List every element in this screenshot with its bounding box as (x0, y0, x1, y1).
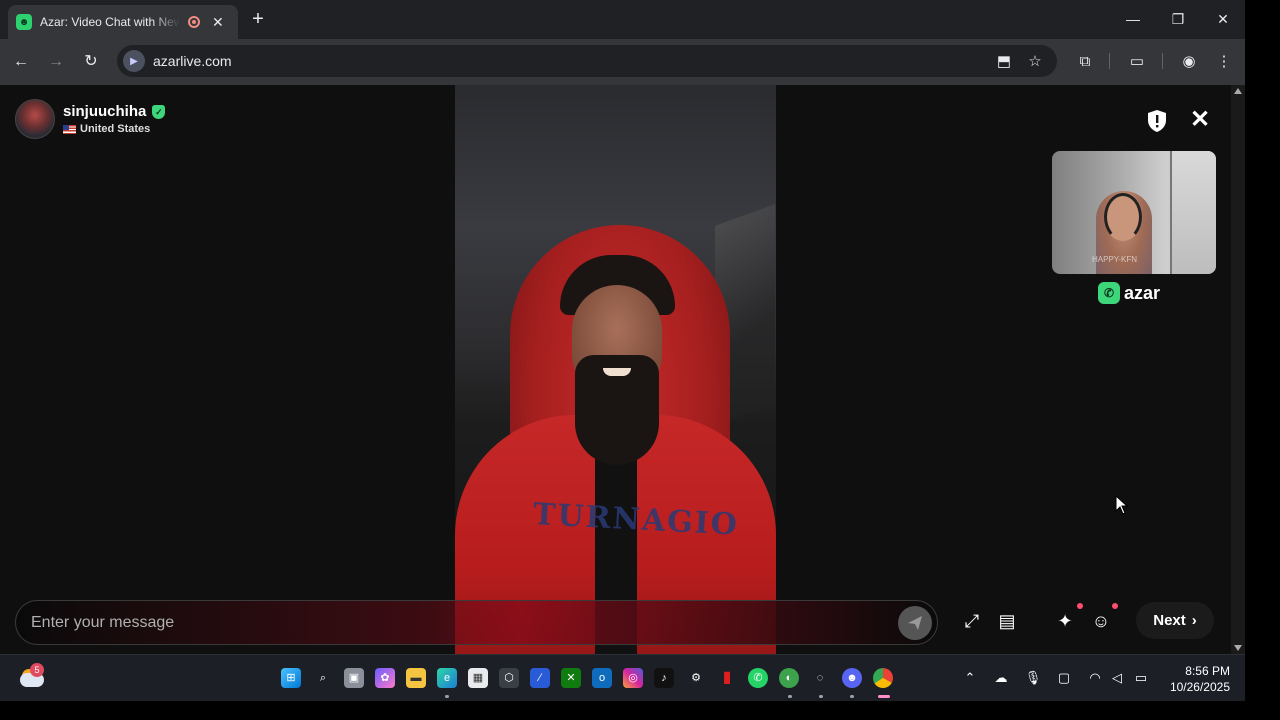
tiktok-icon[interactable]: ♪ (654, 668, 674, 688)
next-button[interactable]: Next › (1136, 602, 1214, 639)
chatgpt-icon[interactable]: ⚙ (686, 668, 706, 688)
app-green-icon[interactable]: ◐ (779, 668, 799, 688)
screen: ☻ Azar: Video Chat with New ✕ + — ❐ ✕ ← … (0, 0, 1280, 720)
copilot-icon[interactable]: ✿ (375, 668, 395, 688)
clock-date: 10/26/2025 (1169, 680, 1230, 694)
tab-title: Azar: Video Chat with New (40, 15, 180, 29)
partner-profile[interactable]: sinjuuchiha ✓ United States (15, 99, 166, 139)
browser-tab-bar: ☻ Azar: Video Chat with New ✕ + — ❐ ✕ (0, 0, 1245, 39)
whatsapp-icon[interactable]: ✆ (748, 668, 768, 688)
extensions-icon[interactable]: ⧉ (1074, 51, 1096, 73)
us-flag-icon (63, 124, 76, 134)
onedrive-icon[interactable]: ☁ (992, 669, 1010, 687)
menu-kebab-icon[interactable]: ⋮ (1213, 51, 1235, 73)
azar-logo-icon: ✆ (1098, 282, 1120, 304)
toolbar-divider (1109, 53, 1110, 69)
profile-icon[interactable]: ◉ (1178, 51, 1200, 73)
azar-video-chat-page: sinjuuchiha ✓ United States TURNAGIO ✕ H… (0, 85, 1245, 654)
app-icon[interactable]: ∕ (530, 668, 550, 688)
next-label: Next (1153, 612, 1186, 629)
running-indicator (788, 695, 792, 698)
browser-toolbar: ← → ↻ ▶ azarlive.com ⬒ ☆ ⧉ ▭ ◉ ⋮ (0, 39, 1245, 85)
azar-logo: ✆ azar (1098, 282, 1160, 304)
browser-tab-azar[interactable]: ☻ Azar: Video Chat with New ✕ (8, 5, 238, 39)
notification-dot (1077, 603, 1083, 609)
avatar[interactable] (15, 99, 55, 139)
send-button[interactable] (898, 606, 932, 640)
running-indicator (445, 695, 449, 698)
running-indicator (850, 695, 854, 698)
send-plane-icon (908, 616, 922, 630)
wifi-icon[interactable]: ◠ (1086, 669, 1104, 687)
reload-icon[interactable]: ↻ (80, 51, 102, 73)
windows-taskbar: 5 ⊞ ⌕ ▣ ✿ ▬ e ▦ ⬡ ∕ ✕ o ◎ ♪ ⚙ ▮ ✆ ◐ ◌ ☻ … (0, 654, 1245, 701)
instagram-icon[interactable]: ◎ (623, 668, 643, 688)
search-icon[interactable]: ⌕ (313, 668, 333, 688)
partner-country: United States (80, 123, 151, 135)
outlook-icon[interactable]: o (592, 668, 612, 688)
app-icon[interactable]: ◌ (810, 668, 830, 688)
azar-favicon-icon: ☻ (16, 14, 32, 30)
address-bar[interactable]: ▶ azarlive.com (117, 45, 1057, 77)
remote-video-feed: TURNAGIO (455, 85, 776, 654)
battery-icon[interactable]: ▭ (1132, 669, 1150, 687)
chrome-icon[interactable] (873, 668, 893, 688)
minimize-button[interactable]: — (1118, 6, 1148, 32)
back-icon[interactable]: ← (10, 51, 32, 73)
notification-dot (1112, 603, 1118, 609)
scroll-down-icon[interactable] (1234, 645, 1242, 651)
self-head-with-headset (1104, 193, 1142, 241)
url-text: azarlive.com (153, 53, 232, 69)
forward-icon[interactable]: → (45, 51, 67, 73)
running-indicator (819, 695, 823, 698)
self-video-preview: HAPPY-KFN (1052, 151, 1216, 274)
windows-start-icon[interactable]: ⊞ (281, 668, 301, 688)
chevron-right-icon: › (1191, 612, 1197, 629)
edge-icon[interactable]: e (437, 668, 457, 688)
xbox-icon[interactable]: ✕ (561, 668, 581, 688)
weather-widget[interactable]: 5 (18, 663, 46, 691)
cast-icon[interactable]: ▭ (1126, 51, 1148, 73)
smile (603, 368, 631, 376)
message-input[interactable] (31, 611, 881, 635)
weather-badge: 5 (30, 663, 44, 677)
active-indicator (878, 695, 890, 698)
app-red-icon[interactable]: ▮ (717, 668, 737, 688)
discord-icon[interactable]: ☻ (842, 668, 862, 688)
close-tab-icon[interactable]: ✕ (212, 14, 224, 31)
restore-button[interactable]: ❐ (1163, 6, 1193, 32)
toolbar-divider (1162, 53, 1163, 69)
new-tab-button[interactable]: + (248, 8, 268, 31)
site-info-icon[interactable]: ▶ (123, 50, 145, 72)
background-door (1170, 151, 1216, 274)
screen-capture-icon[interactable]: ▢ (1055, 669, 1073, 687)
face-filter-icon[interactable]: ☺ (1088, 608, 1114, 634)
azar-wordmark: azar (1124, 282, 1161, 303)
recording-indicator-icon (188, 16, 200, 28)
verified-shield-icon: ✓ (152, 104, 166, 119)
report-shield-icon[interactable] (1146, 109, 1168, 133)
tray-overflow-chevron-icon[interactable]: ⌃ (961, 669, 979, 687)
store-icon[interactable]: ▦ (468, 668, 488, 688)
microphone-icon[interactable]: 🎙 (1024, 669, 1042, 687)
app-icon[interactable]: ⬡ (499, 668, 519, 688)
system-clock[interactable]: 8:56 PM 10/26/2025 (1160, 663, 1230, 695)
layout-switch-icon[interactable]: ▤ (994, 608, 1020, 634)
self-video-watermark: HAPPY-KFN (1092, 255, 1138, 264)
clock-time: 8:56 PM (1185, 664, 1230, 678)
page-scrollbar[interactable] (1231, 85, 1245, 654)
message-bar (15, 600, 938, 645)
bookmark-star-icon[interactable]: ☆ (1024, 51, 1046, 73)
close-window-button[interactable]: ✕ (1208, 6, 1238, 32)
scroll-up-icon[interactable] (1234, 88, 1242, 94)
task-view-icon[interactable]: ▣ (344, 668, 364, 688)
ai-sparkle-effects-icon[interactable]: ✦ (1052, 608, 1078, 634)
file-explorer-icon[interactable]: ▬ (406, 668, 426, 688)
close-icon[interactable]: ✕ (1188, 108, 1212, 133)
partner-name: sinjuuchiha (63, 103, 147, 120)
volume-icon[interactable]: ◁ (1108, 669, 1126, 687)
install-app-icon[interactable]: ⬒ (993, 51, 1015, 73)
fullscreen-toggle-icon[interactable]: ⤢ (959, 608, 985, 634)
